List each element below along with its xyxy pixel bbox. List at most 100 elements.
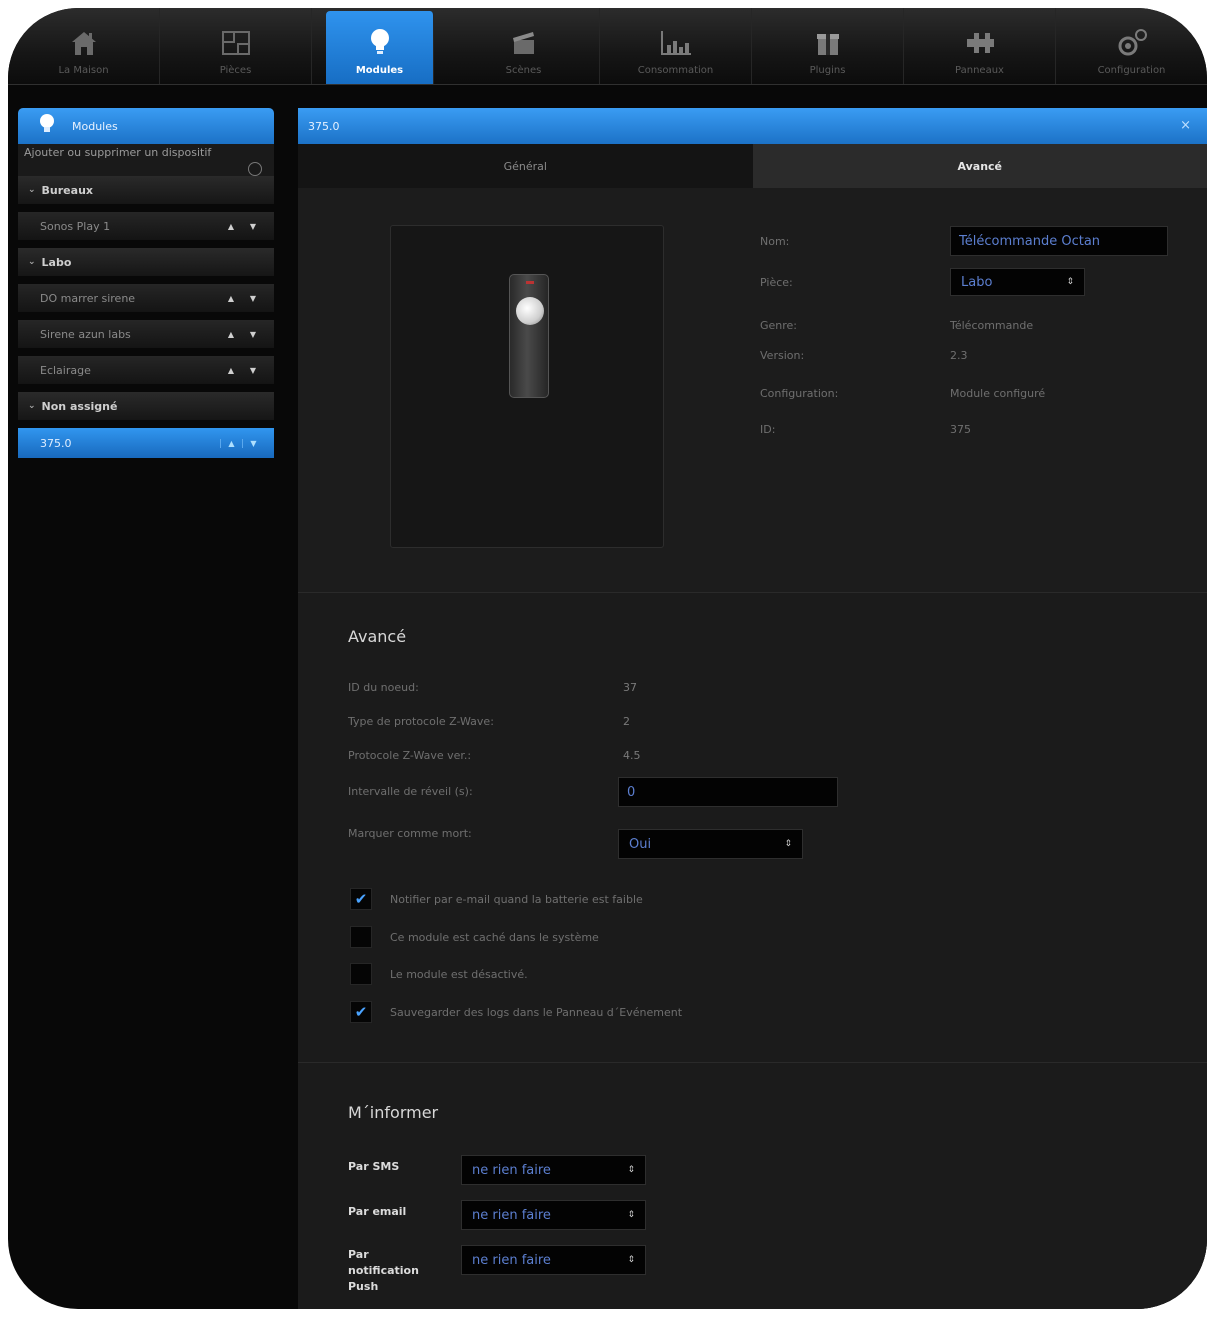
email-select[interactable]: ne rien faire ⇕: [461, 1200, 646, 1230]
sidebar-item-do-marrer[interactable]: DO marrer sirene ▲ ▼: [18, 284, 274, 312]
sms-select[interactable]: ne rien faire ⇕: [461, 1155, 646, 1185]
sidebar-item-375[interactable]: 375.0 ▲ ▼: [18, 428, 274, 458]
nav-label: Configuration: [1097, 65, 1166, 76]
push-select[interactable]: ne rien faire ⇕: [461, 1245, 646, 1275]
move-down-icon[interactable]: ▼: [242, 330, 264, 339]
info-row-genre: Genre: Télécommande: [760, 312, 1180, 338]
move-down-icon[interactable]: ▼: [242, 294, 264, 303]
sidebar-group-non-assigne[interactable]: ⌄ Non assigné: [18, 392, 274, 420]
check-disabled[interactable]: Le module est désactivé.: [350, 963, 528, 985]
info-row-piece: Pièce: Labo ⇕: [760, 268, 1180, 296]
sidebar-item-sirene[interactable]: Sirene azun labs ▲ ▼: [18, 320, 274, 348]
mark-dead-select[interactable]: Oui ⇕: [618, 829, 803, 859]
genre-label: Genre:: [760, 318, 798, 332]
panel-header: 375.0 ×: [298, 108, 1207, 144]
mark-dead-value: Oui: [629, 836, 652, 852]
sidebar-group-bureaux[interactable]: ⌄ Bureaux: [18, 176, 274, 204]
bar-chart-icon: [658, 27, 694, 59]
sidebar-header: Modules: [18, 108, 274, 144]
device-image: [390, 225, 664, 548]
sidebar-item-eclairage[interactable]: Eclairage ▲ ▼: [18, 356, 274, 384]
floorplan-icon: [218, 27, 254, 59]
checkbox[interactable]: [350, 963, 372, 985]
zwave-version-label: Protocole Z-Wave ver.:: [348, 749, 472, 762]
module-detail-panel: 375.0 × Général Avancé Nom: Télécommande…: [298, 108, 1207, 1309]
move-down-icon[interactable]: ▼: [242, 222, 264, 231]
select-caret-icon: ⇕: [627, 1210, 635, 1220]
advanced-title: Avancé: [348, 627, 407, 646]
move-up-icon[interactable]: ▲: [220, 222, 242, 231]
group-label: Bureaux: [41, 183, 93, 197]
check-hidden[interactable]: Ce module est caché dans le système: [350, 926, 599, 948]
inform-section: M´informer Par SMS ne rien faire ⇕ Par e…: [298, 1063, 1207, 1309]
wakeup-interval-input[interactable]: 0: [618, 777, 838, 807]
tab-general[interactable]: Général: [298, 144, 753, 188]
nav-label: Consommation: [637, 65, 714, 76]
nav-modules[interactable]: Modules: [326, 11, 434, 84]
check-label: Sauvegarder des logs dans le Panneau d´E…: [390, 1005, 683, 1019]
sms-label: Par SMS: [348, 1160, 400, 1173]
nav-consommation[interactable]: Consommation: [600, 8, 752, 84]
select-caret-icon: ⇕: [627, 1165, 635, 1175]
move-down-icon[interactable]: ▼: [242, 438, 264, 448]
sidebar-group-labo[interactable]: ⌄ Labo: [18, 248, 274, 276]
checkbox[interactable]: ✔: [350, 888, 372, 910]
nav-scenes[interactable]: Scènes: [448, 8, 600, 84]
house-icon: [66, 27, 102, 59]
nav-label: Modules: [355, 65, 404, 76]
remote-control-image: [509, 274, 549, 398]
checkbox[interactable]: [350, 926, 372, 948]
remote-led: [526, 281, 534, 284]
puzzle-icon: [962, 27, 998, 59]
add-remove-device-link[interactable]: Ajouter ou supprimer un dispositif: [18, 144, 274, 176]
panel-title: 375.0: [308, 119, 340, 133]
configuration-value: Module configuré: [950, 386, 1046, 400]
sidebar-title: Modules: [72, 119, 118, 133]
checkmark-icon: ✔: [354, 1002, 368, 1021]
move-up-icon[interactable]: ▲: [220, 330, 242, 339]
remote-knob: [516, 297, 544, 325]
tab-avance[interactable]: Avancé: [752, 144, 1207, 188]
piece-select[interactable]: Labo ⇕: [950, 268, 1085, 296]
advanced-section: Avancé ID du noeud: 37 Type de protocole…: [298, 593, 1207, 1063]
nav-pieces[interactable]: Pièces: [160, 8, 312, 84]
device-info-section: Nom: Télécommande Octan Pièce: Labo ⇕ Ge…: [298, 188, 1207, 593]
nav-plugins[interactable]: Plugins: [752, 8, 904, 84]
top-navigation: La Maison Pièces Modules Scènes Consomma…: [8, 8, 1207, 85]
version-value: 2.3: [950, 348, 968, 362]
info-row-version: Version: 2.3: [760, 342, 1180, 368]
check-battery-email[interactable]: ✔ Notifier par e-mail quand la batterie …: [350, 888, 643, 910]
sidebar-item-label: Sonos Play 1: [40, 219, 111, 233]
node-id-label: ID du noeud:: [348, 681, 419, 694]
sidebar-item-label: 375.0: [40, 436, 72, 450]
sms-select-value: ne rien faire: [472, 1162, 551, 1178]
group-label: Labo: [41, 255, 72, 269]
piece-label: Pièce:: [760, 275, 793, 289]
email-label: Par email: [348, 1205, 407, 1218]
nav-panneaux[interactable]: Panneaux: [904, 8, 1056, 84]
add-circle-icon[interactable]: [248, 162, 262, 176]
select-caret-icon: ⇕: [1066, 277, 1074, 287]
move-up-icon[interactable]: ▲: [220, 438, 242, 448]
zwave-type-value: 2: [623, 715, 630, 728]
checkmark-icon: ✔: [354, 889, 368, 908]
sidebar-item-sonos[interactable]: Sonos Play 1 ▲ ▼: [18, 212, 274, 240]
check-save-logs[interactable]: ✔ Sauvegarder des logs dans le Panneau d…: [350, 1001, 682, 1023]
push-label: Par notification Push: [348, 1248, 419, 1293]
zwave-type-label: Type de protocole Z-Wave:: [348, 715, 494, 728]
move-up-icon[interactable]: ▲: [220, 294, 242, 303]
nav-la-maison[interactable]: La Maison: [8, 8, 160, 84]
piece-select-value: Labo: [961, 274, 993, 290]
nom-input[interactable]: Télécommande Octan: [950, 226, 1168, 256]
wakeup-interval-label: Intervalle de réveil (s):: [348, 785, 473, 798]
clapper-icon: [506, 27, 542, 59]
push-select-value: ne rien faire: [472, 1252, 551, 1268]
mark-dead-label: Marquer comme mort:: [348, 827, 472, 840]
chevron-down-icon: ⌄: [28, 185, 36, 195]
close-icon[interactable]: ×: [1180, 118, 1191, 133]
configuration-label: Configuration:: [760, 386, 839, 400]
move-down-icon[interactable]: ▼: [242, 366, 264, 375]
checkbox[interactable]: ✔: [350, 1001, 372, 1023]
nav-configuration[interactable]: Configuration: [1056, 8, 1207, 84]
move-up-icon[interactable]: ▲: [220, 366, 242, 375]
